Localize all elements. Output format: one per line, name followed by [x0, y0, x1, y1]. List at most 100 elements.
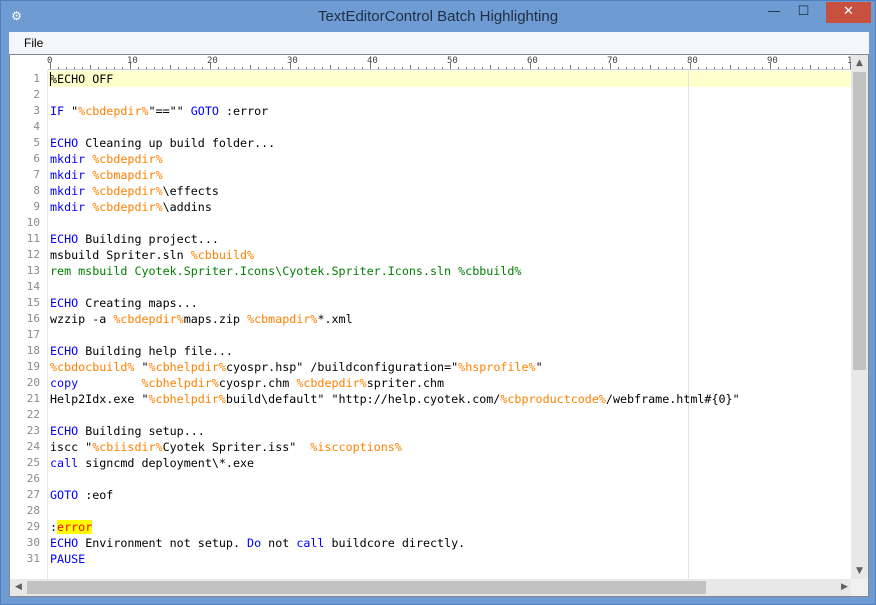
code-line: GOTO :eof: [50, 487, 113, 503]
scrollbar-corner: [851, 579, 868, 596]
ruler-tick: [458, 67, 459, 69]
code-token: ": [134, 360, 149, 374]
ruler-tick: [322, 67, 323, 69]
ruler-tick: [562, 67, 563, 69]
ruler-tick: [802, 67, 803, 69]
ruler-tick: [66, 67, 67, 69]
code-line: iscc "%cbiisdir%Cyotek Spriter.iss" %isc…: [50, 439, 402, 455]
code-line: mkdir %cbdepdir%\addins: [50, 199, 212, 215]
code-token: "=="": [148, 104, 191, 118]
line-number: 8: [33, 184, 40, 197]
column-ruler: 010203040506070809010: [47, 55, 858, 70]
line-number: 24: [26, 440, 40, 453]
code-token: %cbdepdir%: [92, 200, 163, 214]
ruler-label: 50: [447, 56, 458, 66]
line-number: 30: [26, 536, 40, 549]
line-number: 18: [26, 344, 40, 357]
code-token: call: [50, 456, 79, 470]
line-number: 25: [26, 456, 40, 469]
line-number: 2: [33, 88, 40, 101]
ruler-label: 10: [127, 56, 138, 66]
code-token: %cbdocbuild%: [50, 360, 135, 374]
ruler-tick: [786, 67, 787, 69]
ruler-tick: [626, 67, 627, 69]
maximize-button[interactable]: ☐: [790, 2, 817, 23]
ruler-tick: [146, 67, 147, 69]
code-token: msbuild Spriter.sln: [50, 248, 191, 262]
ruler-tick: [530, 63, 531, 69]
code-token: mkdir: [50, 152, 86, 166]
code-token: rem msbuild Cyotek.Spriter.Icons\Cyotek.…: [50, 264, 522, 278]
code-line: ECHO Creating maps...: [50, 295, 198, 311]
horizontal-scroll-thumb[interactable]: [27, 581, 706, 594]
ruler-tick: [754, 67, 755, 69]
minimize-button[interactable]: —: [761, 2, 787, 23]
scroll-left-icon[interactable]: ◀: [10, 579, 27, 596]
ruler-tick: [386, 67, 387, 69]
line-number: 14: [26, 280, 40, 293]
ruler-tick: [698, 67, 699, 69]
code-token: wzzip -a: [50, 312, 114, 326]
ruler-tick: [738, 67, 739, 69]
code-line: Help2Idx.exe "%cbhelpdir%build\default" …: [50, 391, 740, 407]
code-token: error: [57, 520, 93, 534]
ruler-tick: [202, 67, 203, 69]
code-area[interactable]: %ECHO OFF IF "%cbdepdir%"=="" GOTO :error…: [48, 70, 854, 580]
close-button[interactable]: ✕: [826, 2, 871, 23]
ruler-tick: [298, 67, 299, 69]
line-number: 19: [26, 360, 40, 373]
code-token: %ECHO OFF: [50, 72, 114, 86]
code-line: copy %cbhelpdir%cyospr.chm %cbdepdir%spr…: [50, 375, 444, 391]
line-number: 22: [26, 408, 40, 421]
code-line: msbuild Spriter.sln %cbbuild%: [50, 247, 254, 263]
ruler-tick: [578, 67, 579, 69]
ruler-tick: [554, 67, 555, 69]
ruler-tick: [538, 67, 539, 69]
code-token: %isccoptions%: [310, 440, 402, 454]
ruler-tick: [58, 67, 59, 69]
line-number: 23: [26, 424, 40, 437]
code-token: not: [261, 536, 297, 550]
code-token: ": [64, 104, 79, 118]
vertical-scrollbar[interactable]: ▲ ▼: [851, 55, 868, 580]
code-token: Creating maps...: [78, 296, 198, 310]
text-editor[interactable]: 010203040506070809010 123456789101112131…: [9, 54, 869, 597]
code-token: cyospr.chm: [218, 376, 297, 390]
code-token: iscc ": [50, 440, 93, 454]
scroll-up-icon[interactable]: ▲: [851, 55, 868, 72]
code-line: ECHO Building help file...: [50, 343, 233, 359]
code-token: spriter.chm: [366, 376, 445, 390]
code-line: ECHO Environment not setup. Do not call …: [50, 535, 465, 551]
horizontal-scrollbar[interactable]: ◀ ▶: [10, 579, 853, 596]
code-token: Building help file...: [78, 344, 233, 358]
ruler-tick: [434, 67, 435, 69]
line-number: 29: [26, 520, 40, 533]
ruler-tick: [514, 67, 515, 69]
code-token: ECHO: [50, 536, 79, 550]
ruler-tick: [482, 67, 483, 69]
code-token: %cbhelpdir%: [148, 360, 226, 374]
line-number-gutter: 1 2 3 4 5 6 7 8 9 10 11 12 13 14 15 16 17 18 19 20 21 22 23 24 2…: [10, 70, 48, 580]
text-caret: [50, 72, 51, 86]
code-token: %cbhelpdir%: [141, 376, 219, 390]
ruler-tick: [402, 67, 403, 69]
ruler-label: 90: [767, 56, 778, 66]
code-line: ECHO Building project...: [50, 231, 219, 247]
ruler-tick: [546, 67, 547, 69]
code-token: ECHO: [50, 344, 79, 358]
code-token: ECHO: [50, 296, 79, 310]
scroll-down-icon[interactable]: ▼: [851, 563, 868, 580]
code-token: Do: [247, 536, 262, 550]
ruler-tick: [250, 65, 251, 69]
code-token: ECHO: [50, 424, 79, 438]
title-bar[interactable]: ⚙ TextEditorControl Batch Highlighting —…: [1, 1, 875, 32]
code-token: :: [50, 520, 58, 534]
menu-file[interactable]: File: [17, 32, 51, 54]
line-number: 15: [26, 296, 40, 309]
line-number: 26: [26, 472, 40, 485]
code-token: Building project...: [78, 232, 219, 246]
ruler-tick: [90, 65, 91, 69]
vertical-scroll-thumb[interactable]: [853, 72, 866, 370]
code-token: signcmd deployment\*.exe: [78, 456, 255, 470]
code-token: %cbdepdir%: [92, 184, 163, 198]
